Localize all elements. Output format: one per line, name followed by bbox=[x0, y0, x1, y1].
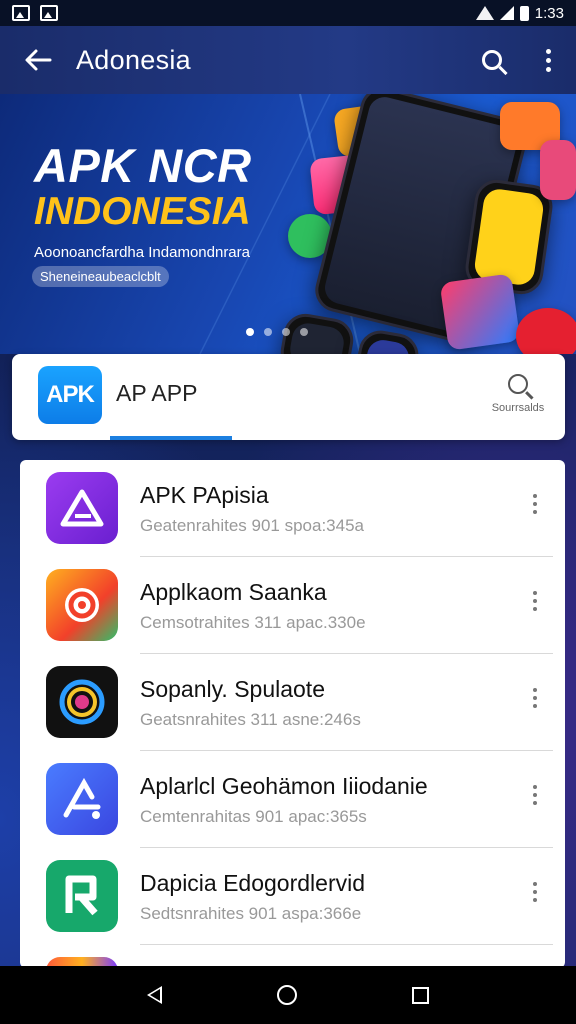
search-action-label: Sourrsalds bbox=[491, 402, 545, 414]
app-bar-title: Adonesia bbox=[76, 44, 191, 75]
more-vert-icon[interactable] bbox=[533, 688, 537, 712]
nav-back-icon[interactable] bbox=[147, 986, 163, 1004]
more-vert-icon[interactable] bbox=[533, 494, 537, 518]
list-item[interactable] bbox=[20, 945, 565, 968]
status-indicators: 1:33 bbox=[475, 4, 564, 22]
target-ring-icon bbox=[46, 569, 118, 641]
app-meta: Geatsnrahites 311 asne:246s bbox=[140, 710, 361, 729]
search-input[interactable]: AP APP bbox=[116, 380, 197, 407]
app-meta: Cemtenrahitas 901 apac:365s bbox=[140, 807, 367, 826]
search-icon bbox=[482, 50, 502, 70]
list-item[interactable]: Aplarlcl Geohämon Iiiodanie Cemtenrahita… bbox=[20, 751, 565, 848]
banner-page-indicator bbox=[246, 328, 308, 336]
search-action-button[interactable]: Sourrsalds bbox=[483, 374, 553, 414]
apk-logo: APK bbox=[38, 366, 102, 424]
system-navigation-bar bbox=[0, 966, 576, 1024]
app-tile-icon bbox=[540, 140, 576, 200]
search-button[interactable] bbox=[464, 26, 520, 94]
banner-subtitle: Aoonoancfardha Indamondnrara bbox=[34, 244, 250, 261]
nav-home-icon[interactable] bbox=[276, 985, 297, 1005]
banner-title-line2: INDONESIA bbox=[34, 190, 251, 233]
more-vert-icon bbox=[545, 48, 551, 72]
search-icon bbox=[508, 374, 528, 394]
gallery-notification-icon bbox=[12, 5, 30, 21]
nav-recents-icon[interactable] bbox=[411, 986, 429, 1004]
list-item[interactable]: Dapicia Edogordlervid Sedtsnrahites 901 … bbox=[20, 848, 565, 945]
app-tile-icon bbox=[439, 273, 521, 351]
page-dot[interactable] bbox=[282, 328, 290, 336]
leaf-a-icon bbox=[46, 763, 118, 835]
page-dot[interactable] bbox=[300, 328, 308, 336]
list-item[interactable]: Sopanly. Spulaote Geatsnrahites 311 asne… bbox=[20, 654, 565, 751]
banner-pill: Sheneineaubeaclcblt bbox=[32, 266, 169, 287]
app-name: Applkaom Saanka bbox=[140, 579, 327, 605]
back-button[interactable] bbox=[0, 26, 76, 94]
app-name: Aplarlcl Geohämon Iiiodanie bbox=[140, 773, 428, 799]
triangle-logo-icon bbox=[46, 472, 118, 544]
app-bar: Adonesia bbox=[0, 26, 576, 94]
status-time: 1:33 bbox=[534, 4, 564, 22]
image-notification-icon bbox=[40, 5, 58, 21]
app-meta: Sedtsnrahites 901 aspa:366e bbox=[140, 904, 362, 923]
more-vert-icon[interactable] bbox=[533, 591, 537, 615]
letter-a-icon bbox=[46, 860, 118, 932]
swirl-circle-icon bbox=[46, 666, 118, 738]
app-list: APK PApisia Geatenrahites 901 spoa:345a … bbox=[20, 460, 565, 968]
search-card: APK AP APP Sourrsalds bbox=[12, 354, 565, 440]
list-item[interactable]: Applkaom Saanka Cemsotrahites 311 apac.3… bbox=[20, 557, 565, 654]
banner-title-line1: APK NCR bbox=[34, 139, 252, 192]
wifi-icon bbox=[475, 6, 494, 20]
page-dot[interactable] bbox=[246, 328, 254, 336]
status-notifications bbox=[12, 5, 58, 21]
battery-icon bbox=[519, 5, 529, 21]
app-tile-icon bbox=[516, 308, 576, 354]
more-vert-icon[interactable] bbox=[533, 785, 537, 809]
arrow-left-icon bbox=[25, 49, 52, 71]
app-meta: Geatenrahites 901 spoa:345a bbox=[140, 516, 365, 535]
app-name: Sopanly. Spulaote bbox=[140, 676, 325, 702]
list-item[interactable]: APK PApisia Geatenrahites 901 spoa:345a bbox=[20, 460, 565, 557]
status-bar: 1:33 bbox=[0, 0, 576, 26]
search-underline bbox=[110, 436, 232, 440]
overflow-menu-button[interactable] bbox=[520, 26, 576, 94]
more-vert-icon[interactable] bbox=[533, 882, 537, 906]
app-name: Dapicia Edogordlervid bbox=[140, 870, 366, 896]
promo-banner[interactable]: APK NCR INDONESIA Aoonoancfardha Indamon… bbox=[0, 94, 576, 354]
page-dot[interactable] bbox=[264, 328, 272, 336]
app-meta: Cemsotrahites 311 apac.330e bbox=[140, 613, 366, 632]
signal-icon bbox=[499, 6, 514, 20]
app-name: APK PApisia bbox=[140, 482, 269, 508]
